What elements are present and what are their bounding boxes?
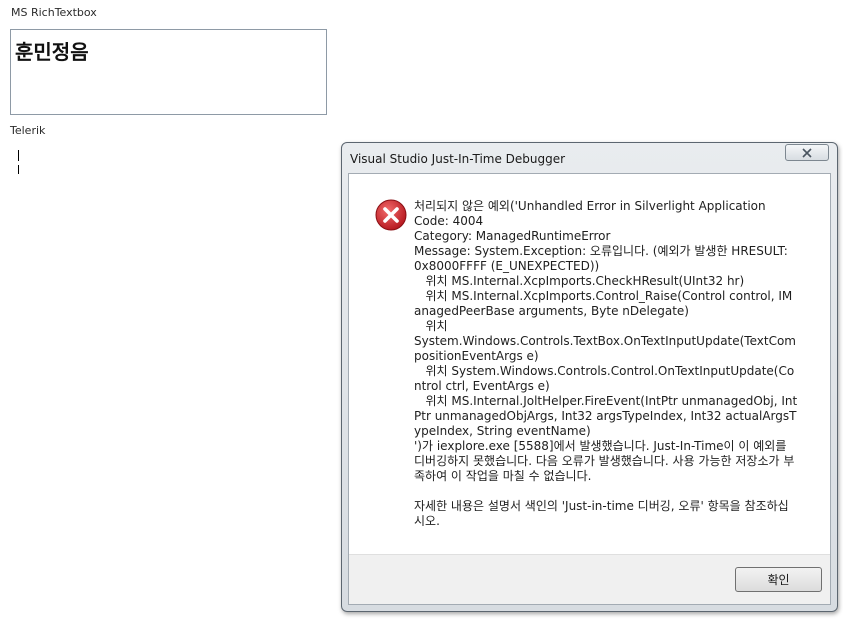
close-button[interactable] [785, 144, 829, 161]
error-icon [375, 199, 407, 231]
telerik-label: Telerik [10, 124, 46, 137]
rich-textbox-content: 훈민정음 [15, 40, 89, 64]
jit-debugger-dialog: Visual Studio Just-In-Time Debugger 처리되지… [341, 142, 838, 612]
rich-textbox[interactable]: 훈민정음 [10, 29, 327, 115]
text-caret-secondary [18, 165, 19, 174]
text-caret [18, 150, 19, 161]
ms-richtextbox-label: MS RichTextbox [11, 6, 97, 19]
close-icon [802, 147, 812, 158]
dialog-title: Visual Studio Just-In-Time Debugger [350, 152, 566, 166]
dialog-content: 처리되지 않은 예외('Unhandled Error in Silverlig… [349, 174, 830, 554]
error-message: 처리되지 않은 예외('Unhandled Error in Silverlig… [414, 199, 798, 528]
dialog-client-area: 처리되지 않은 예외('Unhandled Error in Silverlig… [348, 173, 831, 605]
dialog-footer-divider [349, 554, 830, 555]
ok-button[interactable]: 확인 [735, 567, 822, 592]
